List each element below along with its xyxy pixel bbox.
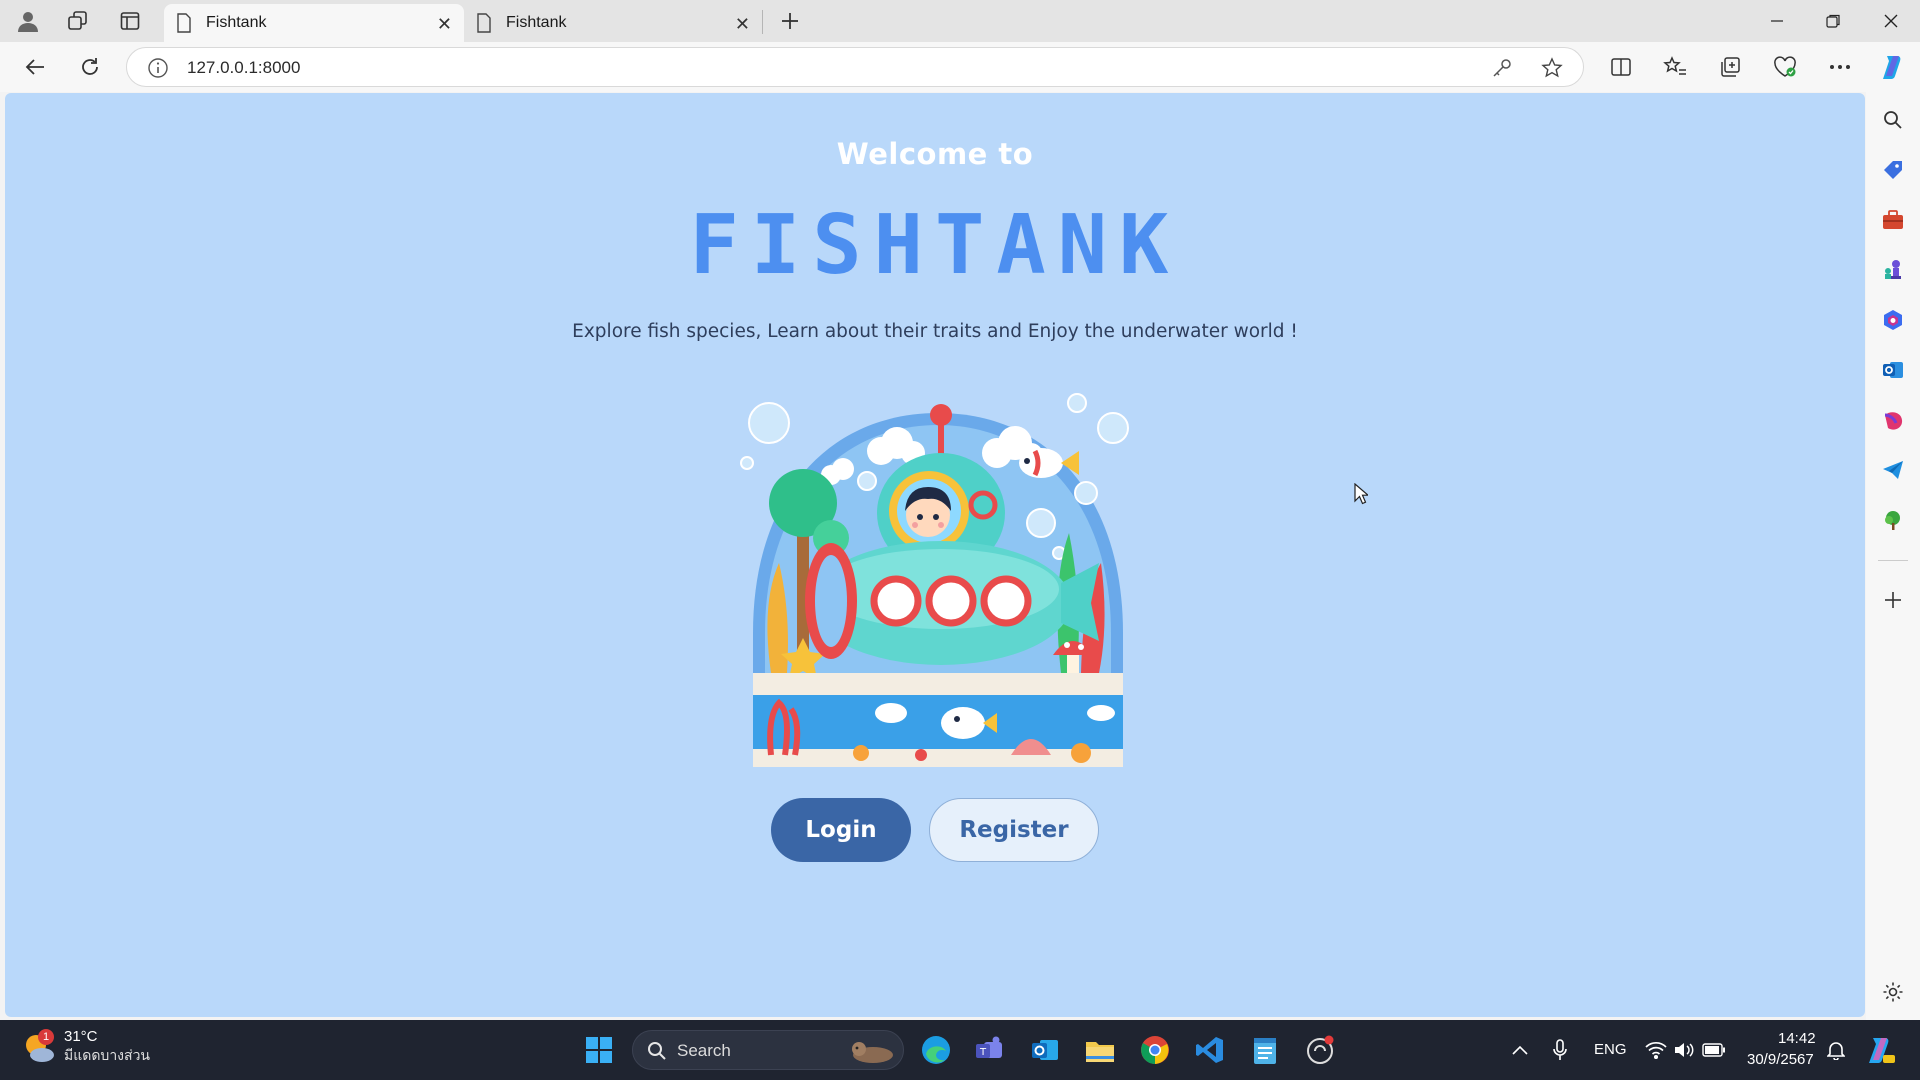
- taskbar-search[interactable]: Search: [632, 1030, 904, 1070]
- password-key-icon[interactable]: [1491, 57, 1513, 79]
- copilot-icon[interactable]: [1878, 52, 1908, 82]
- outlook-taskbar-icon[interactable]: [1027, 1032, 1063, 1068]
- settings-gear-icon[interactable]: [1881, 980, 1905, 1004]
- close-tab-icon[interactable]: ✕: [735, 14, 750, 35]
- page-content: Welcome to FISHTANK Explore fish species…: [5, 93, 1865, 1017]
- temperature: 31°C: [64, 1028, 98, 1045]
- microphone-icon[interactable]: [1542, 1032, 1578, 1068]
- notification-bell-icon[interactable]: [1818, 1032, 1854, 1068]
- weather-condition: มีแดดบางส่วน: [64, 1047, 150, 1063]
- close-window-icon[interactable]: [1876, 6, 1906, 36]
- show-hidden-icons-icon[interactable]: [1502, 1032, 1538, 1068]
- tools-briefcase-icon[interactable]: [1881, 208, 1905, 232]
- tab-title: Fishtank: [506, 14, 567, 31]
- tab-separator: [762, 10, 763, 34]
- games-chess-icon[interactable]: [1881, 258, 1905, 282]
- workspaces-icon[interactable]: [66, 9, 90, 33]
- search-placeholder: Search: [677, 1041, 731, 1060]
- browser-toolbar: 127.0.0.1:8000: [0, 42, 1920, 92]
- more-options-icon[interactable]: [1825, 52, 1855, 82]
- github-copilot-icon[interactable]: [1302, 1032, 1338, 1068]
- tab-fishtank-2[interactable]: Fishtank ✕: [464, 4, 762, 42]
- search-icon: [648, 1042, 666, 1060]
- auth-buttons: Login Register: [5, 798, 1865, 862]
- edge-taskbar-icon[interactable]: [918, 1032, 954, 1068]
- battery-icon[interactable]: [1696, 1032, 1732, 1068]
- sidebar-divider: [1878, 560, 1908, 561]
- register-button[interactable]: Register: [929, 798, 1099, 862]
- back-icon[interactable]: [20, 52, 50, 82]
- welcome-heading: Welcome to: [836, 137, 1034, 171]
- copilot-preview-icon[interactable]: [1862, 1032, 1898, 1068]
- address-bar[interactable]: 127.0.0.1:8000: [126, 47, 1584, 87]
- mouse-cursor-icon: [1354, 483, 1368, 505]
- url-text[interactable]: 127.0.0.1:8000: [187, 58, 300, 78]
- drop-icon[interactable]: [1881, 408, 1905, 432]
- site-info-icon[interactable]: [147, 57, 169, 79]
- notepad-icon[interactable]: [1247, 1032, 1283, 1068]
- collections-icon[interactable]: [1715, 52, 1745, 82]
- split-screen-icon[interactable]: [1606, 52, 1636, 82]
- page-icon: [177, 13, 191, 33]
- weather-badge: 1: [38, 1028, 54, 1045]
- browser-essentials-icon[interactable]: [1770, 52, 1800, 82]
- tab-title: Fishtank: [206, 14, 267, 31]
- favorites-icon[interactable]: [1660, 52, 1690, 82]
- weather-widget[interactable]: 1 31°C มีแดดบางส่วน: [22, 1028, 150, 1067]
- new-tab-icon[interactable]: [778, 9, 802, 33]
- tagline: Explore fish species, Learn about their …: [572, 321, 1298, 342]
- edge-sidebar: [1866, 92, 1920, 1020]
- search-highlight-icon: [852, 1042, 893, 1063]
- fishtank-logo: FISHTANK: [689, 198, 1181, 293]
- windows-start-icon[interactable]: [581, 1032, 617, 1068]
- title-bar: Fishtank ✕ Fishtank ✕: [0, 0, 1920, 42]
- windows-taskbar: 1 31°C มีแดดบางส่วน Search T ENG 14:42 3…: [0, 1020, 1920, 1080]
- svg-text:T: T: [979, 1047, 987, 1058]
- teams-icon[interactable]: T: [972, 1032, 1008, 1068]
- clock-date[interactable]: 30/9/2567: [1747, 1051, 1814, 1068]
- submarine-illustration: [740, 393, 1129, 767]
- outlook-icon[interactable]: [1881, 358, 1905, 382]
- chrome-icon[interactable]: [1137, 1032, 1173, 1068]
- login-button[interactable]: Login: [771, 798, 911, 862]
- shopping-tag-icon[interactable]: [1881, 158, 1905, 182]
- add-icon[interactable]: [1881, 588, 1905, 612]
- tab-fishtank-1[interactable]: Fishtank ✕: [164, 4, 464, 42]
- telegram-send-icon[interactable]: [1881, 458, 1905, 482]
- file-explorer-icon[interactable]: [1082, 1032, 1118, 1068]
- page-icon: [477, 13, 491, 33]
- vertical-tabs-icon[interactable]: [118, 9, 142, 33]
- vscode-icon[interactable]: [1192, 1032, 1228, 1068]
- restore-icon[interactable]: [1818, 6, 1848, 36]
- weather-sun-cloud-icon: 1: [22, 1028, 56, 1065]
- tree-icon[interactable]: [1881, 508, 1905, 532]
- language-indicator[interactable]: ENG: [1594, 1041, 1627, 1058]
- search-icon[interactable]: [1881, 108, 1905, 132]
- refresh-icon[interactable]: [75, 52, 105, 82]
- minimize-icon[interactable]: [1762, 6, 1792, 36]
- profile-icon[interactable]: [16, 9, 40, 33]
- favorite-star-icon[interactable]: [1541, 57, 1563, 79]
- clock-time[interactable]: 14:42: [1778, 1030, 1816, 1047]
- close-tab-icon[interactable]: ✕: [437, 14, 452, 35]
- microsoft-365-icon[interactable]: [1881, 308, 1905, 332]
